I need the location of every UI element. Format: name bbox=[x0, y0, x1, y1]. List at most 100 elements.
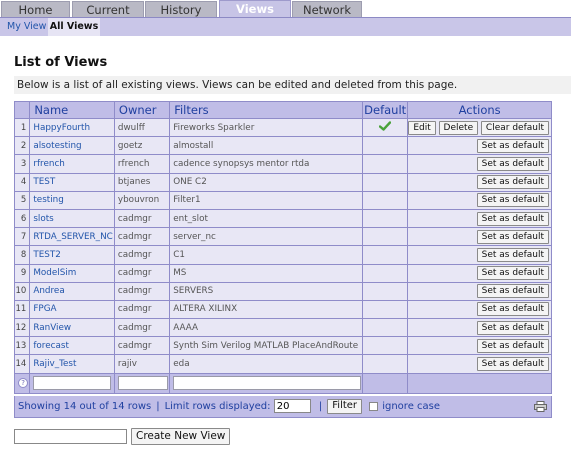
actions-cell: Set as default bbox=[407, 318, 552, 338]
view-name-link[interactable]: Andrea bbox=[29, 281, 115, 301]
actions-cell: Set as default bbox=[407, 136, 552, 156]
row-number: 12 bbox=[13, 318, 31, 338]
set-default-button[interactable]: Set as default bbox=[476, 284, 549, 299]
view-name-link[interactable]: FPGA bbox=[29, 299, 115, 320]
set-default-button[interactable]: Set as default bbox=[476, 338, 549, 353]
set-default-button[interactable]: Set as default bbox=[476, 156, 549, 171]
view-name-link[interactable]: testing bbox=[29, 190, 115, 210]
view-owner: ybouvron bbox=[113, 190, 171, 210]
tab-current[interactable]: Current bbox=[72, 1, 144, 18]
filter-owner-input[interactable] bbox=[117, 376, 168, 391]
view-filters: almostall bbox=[169, 136, 364, 156]
row-number: 8 bbox=[13, 245, 31, 265]
new-view-name-input[interactable] bbox=[14, 429, 127, 444]
view-owner: dwulff bbox=[113, 117, 171, 138]
view-filters: cadence synopsys mentor rtda bbox=[169, 154, 364, 174]
row-number: 14 bbox=[13, 354, 31, 374]
actions-cell: Set as default bbox=[407, 172, 552, 192]
view-name-link[interactable]: RTDA_SERVER_NC bbox=[29, 227, 115, 247]
view-name-link[interactable]: alsotesting bbox=[29, 136, 115, 156]
row-number: 10 bbox=[13, 281, 31, 301]
default-cell bbox=[362, 227, 409, 247]
view-name-link[interactable]: HappyFourth bbox=[29, 117, 115, 138]
view-owner: cadmgr bbox=[113, 245, 171, 265]
set-default-button[interactable]: Set as default bbox=[476, 229, 549, 244]
table-row: 6 slots cadmgr ent_slot Set as default bbox=[13, 208, 552, 229]
footer-separator: | bbox=[318, 401, 323, 412]
actions-cell: Set as default bbox=[407, 281, 552, 301]
table-body: 1 HappyFourth dwulff Fireworks Sparkler Edit… bbox=[13, 117, 552, 374]
page-intro: Below is a list of all existing views. V… bbox=[14, 76, 571, 94]
set-default-button[interactable]: Set as default bbox=[476, 357, 549, 372]
filter-actions-cell bbox=[407, 372, 552, 394]
filter-name-cell bbox=[29, 372, 115, 394]
view-name-link[interactable]: Rajiv_Test bbox=[29, 354, 115, 374]
filter-filters-input[interactable] bbox=[173, 376, 362, 391]
limit-rows-input[interactable] bbox=[273, 399, 311, 413]
main-tab-bar: Home Current History Views Network bbox=[0, 0, 571, 18]
table-row: 12 RanView cadmgr AAAA Set as default bbox=[13, 318, 552, 338]
filter-button[interactable]: Filter bbox=[327, 398, 363, 414]
create-new-view-button[interactable]: Create New View bbox=[131, 428, 231, 445]
tab-history[interactable]: History bbox=[145, 1, 217, 18]
view-name-link[interactable]: rfrench bbox=[29, 154, 115, 174]
default-cell bbox=[362, 263, 409, 283]
filter-name-input[interactable] bbox=[33, 376, 112, 391]
row-number: 13 bbox=[13, 336, 31, 356]
ignore-case-checkbox[interactable] bbox=[369, 401, 379, 411]
row-number: 11 bbox=[13, 299, 31, 320]
page-title: List of Views bbox=[14, 55, 108, 70]
row-number: 4 bbox=[13, 172, 31, 192]
delete-button[interactable]: Delete bbox=[438, 120, 479, 135]
help-icon[interactable]: ? bbox=[18, 378, 29, 389]
subtab-all-views[interactable]: All Views bbox=[48, 18, 100, 36]
set-default-button[interactable]: Set as default bbox=[476, 193, 549, 208]
set-default-button[interactable]: Set as default bbox=[476, 175, 549, 190]
view-filters: Synth Sim Verilog MATLAB PlaceAndRoute bbox=[169, 336, 364, 356]
filter-filters-cell bbox=[169, 372, 364, 394]
view-name-link[interactable]: forecast bbox=[29, 336, 115, 356]
header-name[interactable]: Name bbox=[29, 101, 115, 119]
tab-network[interactable]: Network bbox=[292, 1, 362, 18]
row-number: 1 bbox=[13, 117, 31, 138]
table-row: 11 FPGA cadmgr ALTERA XILINX Set as default bbox=[13, 299, 552, 320]
row-number: 7 bbox=[13, 227, 31, 247]
header-filters[interactable]: Filters bbox=[169, 101, 364, 119]
clear-default-button[interactable]: Clear default bbox=[480, 120, 549, 135]
view-name-link[interactable]: slots bbox=[29, 208, 115, 229]
view-owner: rfrench bbox=[113, 154, 171, 174]
view-filters: AAAA bbox=[169, 318, 364, 338]
default-cell bbox=[362, 245, 409, 265]
set-default-button[interactable]: Set as default bbox=[476, 138, 549, 153]
view-filters: SERVERS bbox=[169, 281, 364, 301]
view-name-link[interactable]: RanView bbox=[29, 318, 115, 338]
view-name-link[interactable]: ModelSim bbox=[29, 263, 115, 283]
table-footer: Showing 14 out of 14 rows | Limit rows dis… bbox=[14, 396, 552, 418]
view-owner: cadmgr bbox=[113, 227, 171, 247]
set-default-button[interactable]: Set as default bbox=[476, 302, 549, 317]
default-cell bbox=[362, 336, 409, 356]
header-owner[interactable]: Owner bbox=[113, 101, 171, 119]
filter-owner-cell bbox=[113, 372, 171, 394]
set-default-button[interactable]: Set as default bbox=[476, 320, 549, 335]
header-default[interactable]: Default bbox=[362, 101, 409, 119]
filter-help-cell: ? bbox=[13, 372, 31, 394]
views-table: Name Owner Filters Default Actions 1 Happ… bbox=[13, 101, 552, 394]
set-default-button[interactable]: Set as default bbox=[476, 266, 549, 281]
print-icon[interactable] bbox=[534, 401, 547, 412]
actions-cell: Set as default bbox=[407, 227, 552, 247]
view-name-link[interactable]: TEST2 bbox=[29, 245, 115, 265]
sub-tab-bar: My View All Views bbox=[0, 18, 571, 36]
default-cell bbox=[362, 208, 409, 229]
actions-cell: Set as default bbox=[407, 336, 552, 356]
subtab-my-view[interactable]: My View bbox=[1, 18, 52, 36]
tab-home[interactable]: Home bbox=[1, 1, 70, 18]
set-default-button[interactable]: Set as default bbox=[476, 247, 549, 262]
set-default-button[interactable]: Set as default bbox=[476, 211, 549, 226]
view-filters: eda bbox=[169, 354, 364, 374]
view-filters: Fireworks Sparkler bbox=[169, 117, 364, 138]
edit-button[interactable]: Edit bbox=[408, 120, 436, 135]
view-name-link[interactable]: TEST bbox=[29, 172, 115, 192]
tab-views[interactable]: Views bbox=[219, 0, 291, 18]
filter-default-cell bbox=[362, 372, 409, 394]
